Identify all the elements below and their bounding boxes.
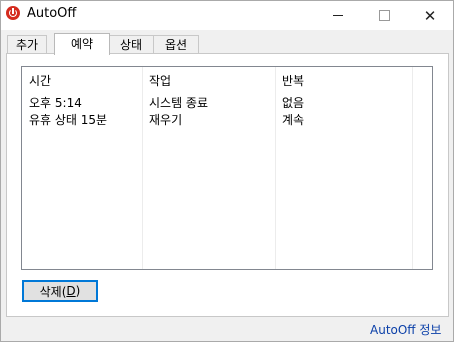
delete-label-end: ) <box>75 284 81 298</box>
delete-button[interactable]: 삭제(D) <box>22 280 98 302</box>
close-button[interactable]: ✕ <box>407 1 453 30</box>
minimize-icon <box>333 15 343 16</box>
tab-status[interactable]: 상태 <box>108 35 154 54</box>
column-separator <box>142 67 143 269</box>
row2-repeat[interactable]: 계속 <box>282 111 304 128</box>
delete-label: 삭제( <box>39 284 67 299</box>
title-bar[interactable]: AutoOff ✕ <box>1 1 453 30</box>
app-window: AutoOff ✕ 추가 예약 상태 옵션 시간 작업 반복 오후 5:14 시… <box>0 0 454 342</box>
tab-add[interactable]: 추가 <box>7 35 47 54</box>
column-header-time[interactable]: 시간 <box>29 72 51 89</box>
maximize-button[interactable] <box>361 1 407 30</box>
schedule-panel: 시간 작업 반복 오후 5:14 시스템 종료 없음 유휴 상태 15분 재우기… <box>6 53 449 317</box>
column-separator <box>275 67 276 269</box>
tab-schedule[interactable]: 예약 <box>54 33 110 55</box>
about-link[interactable]: AutoOff 정보 <box>370 321 441 338</box>
column-separator <box>412 67 413 269</box>
power-bar <box>12 8 14 14</box>
minimize-button[interactable] <box>315 1 361 30</box>
row1-time[interactable]: 오후 5:14 <box>29 94 82 111</box>
row2-action[interactable]: 재우기 <box>149 111 182 128</box>
window-title: AutoOff <box>27 6 77 21</box>
close-icon: ✕ <box>423 6 437 25</box>
column-header-action[interactable]: 작업 <box>149 72 171 89</box>
row1-action[interactable]: 시스템 종료 <box>149 94 208 111</box>
maximize-icon <box>378 10 390 21</box>
row2-time[interactable]: 유휴 상태 15분 <box>29 111 107 128</box>
schedule-list[interactable]: 시간 작업 반복 오후 5:14 시스템 종료 없음 유휴 상태 15분 재우기… <box>21 66 433 270</box>
power-icon <box>6 6 20 20</box>
row1-repeat[interactable]: 없음 <box>282 94 304 111</box>
column-header-repeat[interactable]: 반복 <box>282 72 304 89</box>
tab-options[interactable]: 옵션 <box>153 35 199 54</box>
delete-mnemonic: D <box>66 284 76 298</box>
